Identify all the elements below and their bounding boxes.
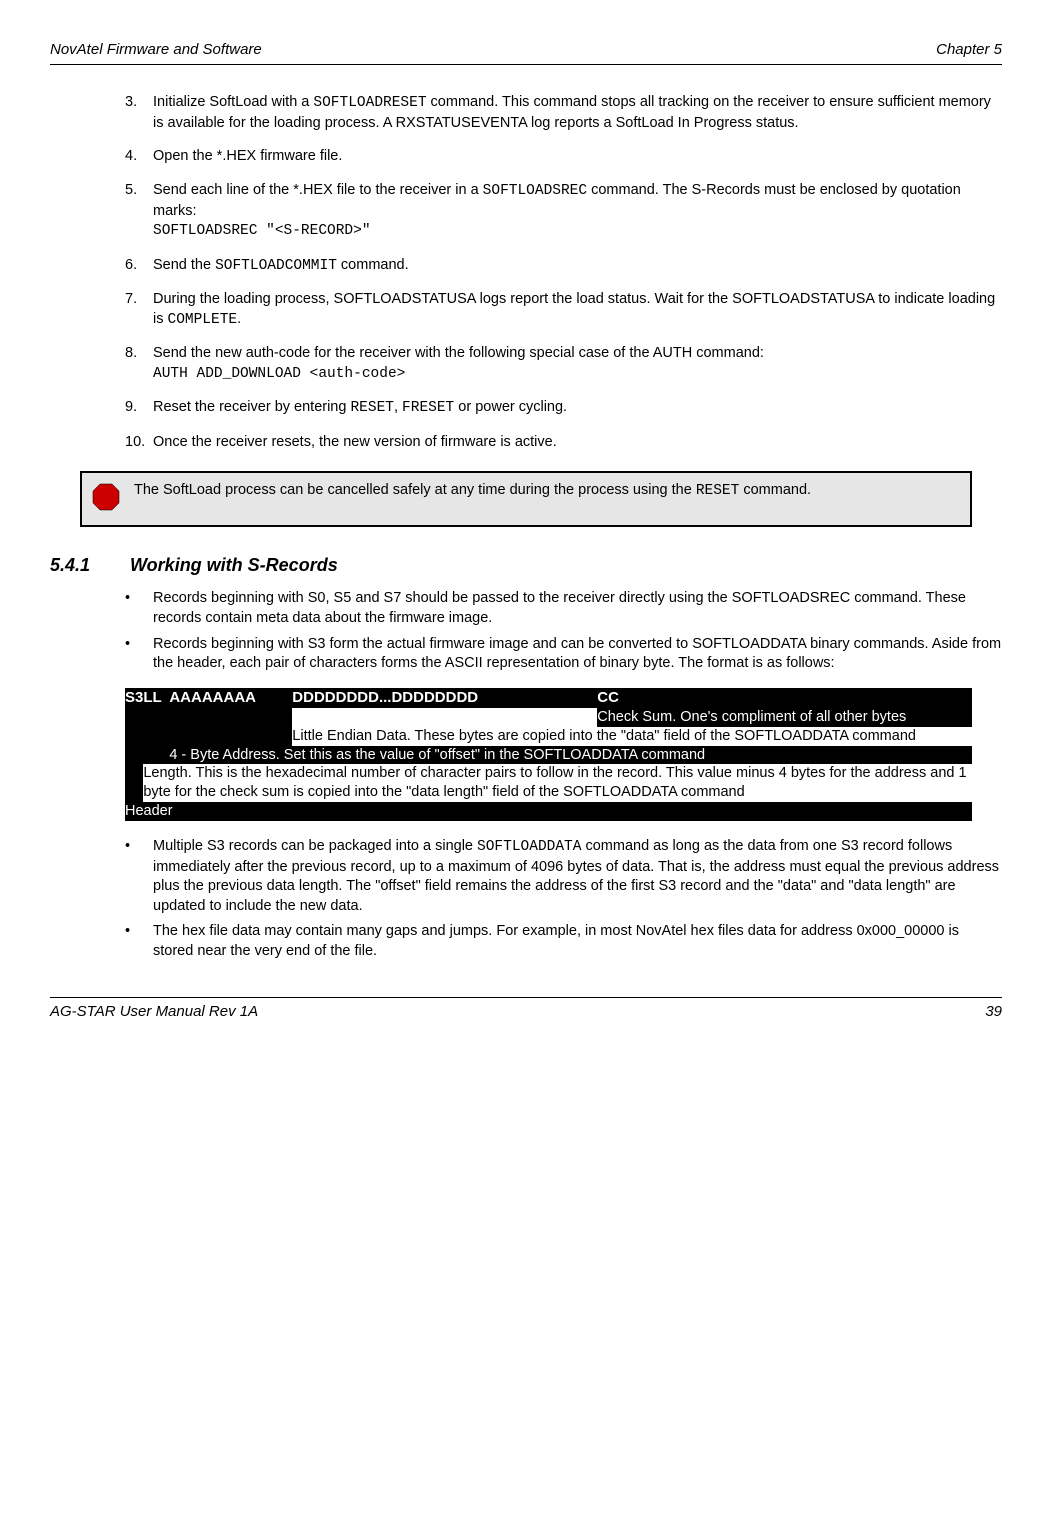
- step-number: 9.: [125, 398, 153, 419]
- step-number: 3.: [125, 93, 153, 133]
- instruction-step: 10.Once the receiver resets, the new ver…: [125, 433, 1002, 453]
- srec-header-s3: S3: [125, 688, 143, 708]
- instruction-step: 5.Send each line of the *.HEX file to th…: [125, 181, 1002, 242]
- srec-cc-description: Check Sum. One's compliment of all other…: [597, 708, 972, 727]
- warning-note: The SoftLoad process can be cancelled sa…: [80, 471, 972, 528]
- srec-s3-description: Header: [125, 802, 972, 821]
- header-right: Chapter 5: [936, 40, 1002, 60]
- bullet-marker: •: [125, 922, 153, 961]
- footer-right: 39: [985, 1002, 1002, 1022]
- bullet-marker: •: [125, 589, 153, 628]
- stop-icon: [92, 483, 120, 518]
- step-number: 5.: [125, 181, 153, 242]
- step-text: During the loading process, SOFTLOADSTAT…: [153, 290, 1002, 330]
- instruction-step: 4.Open the *.HEX firmware file.: [125, 147, 1002, 167]
- srec-header-aa: AAAAAAAA: [169, 688, 292, 708]
- bullet-list-bottom: •Multiple S3 records can be packaged int…: [50, 837, 1002, 961]
- bullet-item: •Records beginning with S3 form the actu…: [125, 635, 1002, 674]
- bullet-text: Records beginning with S0, S5 and S7 sho…: [153, 589, 1002, 628]
- bullet-marker: •: [125, 635, 153, 674]
- step-text: Reset the receiver by entering RESET, FR…: [153, 398, 1002, 419]
- page-footer: AG-STAR User Manual Rev 1A 39: [50, 1002, 1002, 1022]
- note-text: The SoftLoad process can be cancelled sa…: [134, 481, 960, 502]
- page-header: NovAtel Firmware and Software Chapter 5: [50, 40, 1002, 60]
- bullet-list-top: •Records beginning with S0, S5 and S7 sh…: [50, 589, 1002, 673]
- header-rule: [50, 64, 1002, 65]
- instruction-step: 6.Send the SOFTLOADCOMMIT command.: [125, 256, 1002, 277]
- srec-aa-description: 4 - Byte Address. Set this as the value …: [169, 746, 972, 765]
- bullet-text: Multiple S3 records can be packaged into…: [153, 837, 1002, 916]
- step-text: Send each line of the *.HEX file to the …: [153, 181, 1002, 242]
- step-number: 6.: [125, 256, 153, 277]
- step-text: Send the new auth-code for the receiver …: [153, 344, 1002, 384]
- footer-rule: [50, 997, 1002, 998]
- instruction-step: 7.During the loading process, SOFTLOADST…: [125, 290, 1002, 330]
- instruction-list: 3.Initialize SoftLoad with a SOFTLOADRES…: [50, 93, 1002, 452]
- srec-header-dd: DDDDDDDD...DDDDDDDD: [292, 688, 597, 708]
- bullet-item: •The hex file data may contain many gaps…: [125, 922, 1002, 961]
- step-number: 4.: [125, 147, 153, 167]
- bullet-item: •Records beginning with S0, S5 and S7 sh…: [125, 589, 1002, 628]
- instruction-step: 3.Initialize SoftLoad with a SOFTLOADRES…: [125, 93, 1002, 133]
- footer-left: AG-STAR User Manual Rev 1A: [50, 1002, 258, 1022]
- section-title: Working with S-Records: [130, 555, 338, 575]
- step-number: 10.: [125, 433, 153, 453]
- bullet-marker: •: [125, 837, 153, 916]
- step-text: Once the receiver resets, the new versio…: [153, 433, 1002, 453]
- s-record-format-table: S3 LL AAAAAAAA DDDDDDDD...DDDDDDDD CC Ch…: [125, 688, 972, 821]
- section-heading: 5.4.1 Working with S-Records: [50, 553, 1002, 577]
- step-text: Open the *.HEX firmware file.: [153, 147, 1002, 167]
- step-text: Send the SOFTLOADCOMMIT command.: [153, 256, 1002, 277]
- header-left: NovAtel Firmware and Software: [50, 40, 262, 60]
- instruction-step: 9.Reset the receiver by entering RESET, …: [125, 398, 1002, 419]
- srec-ll-description: Length. This is the hexadecimal number o…: [143, 764, 972, 802]
- srec-header-ll: LL: [143, 688, 169, 708]
- bullet-text: The hex file data may contain many gaps …: [153, 922, 1002, 961]
- bullet-text: Records beginning with S3 form the actua…: [153, 635, 1002, 674]
- step-text: Initialize SoftLoad with a SOFTLOADRESET…: [153, 93, 1002, 133]
- step-number: 8.: [125, 344, 153, 384]
- srec-dd-description: Little Endian Data. These bytes are copi…: [292, 727, 972, 746]
- section-number: 5.4.1: [50, 553, 125, 577]
- bullet-item: •Multiple S3 records can be packaged int…: [125, 837, 1002, 916]
- step-number: 7.: [125, 290, 153, 330]
- instruction-step: 8.Send the new auth-code for the receive…: [125, 344, 1002, 384]
- srec-header-cc: CC: [597, 688, 972, 708]
